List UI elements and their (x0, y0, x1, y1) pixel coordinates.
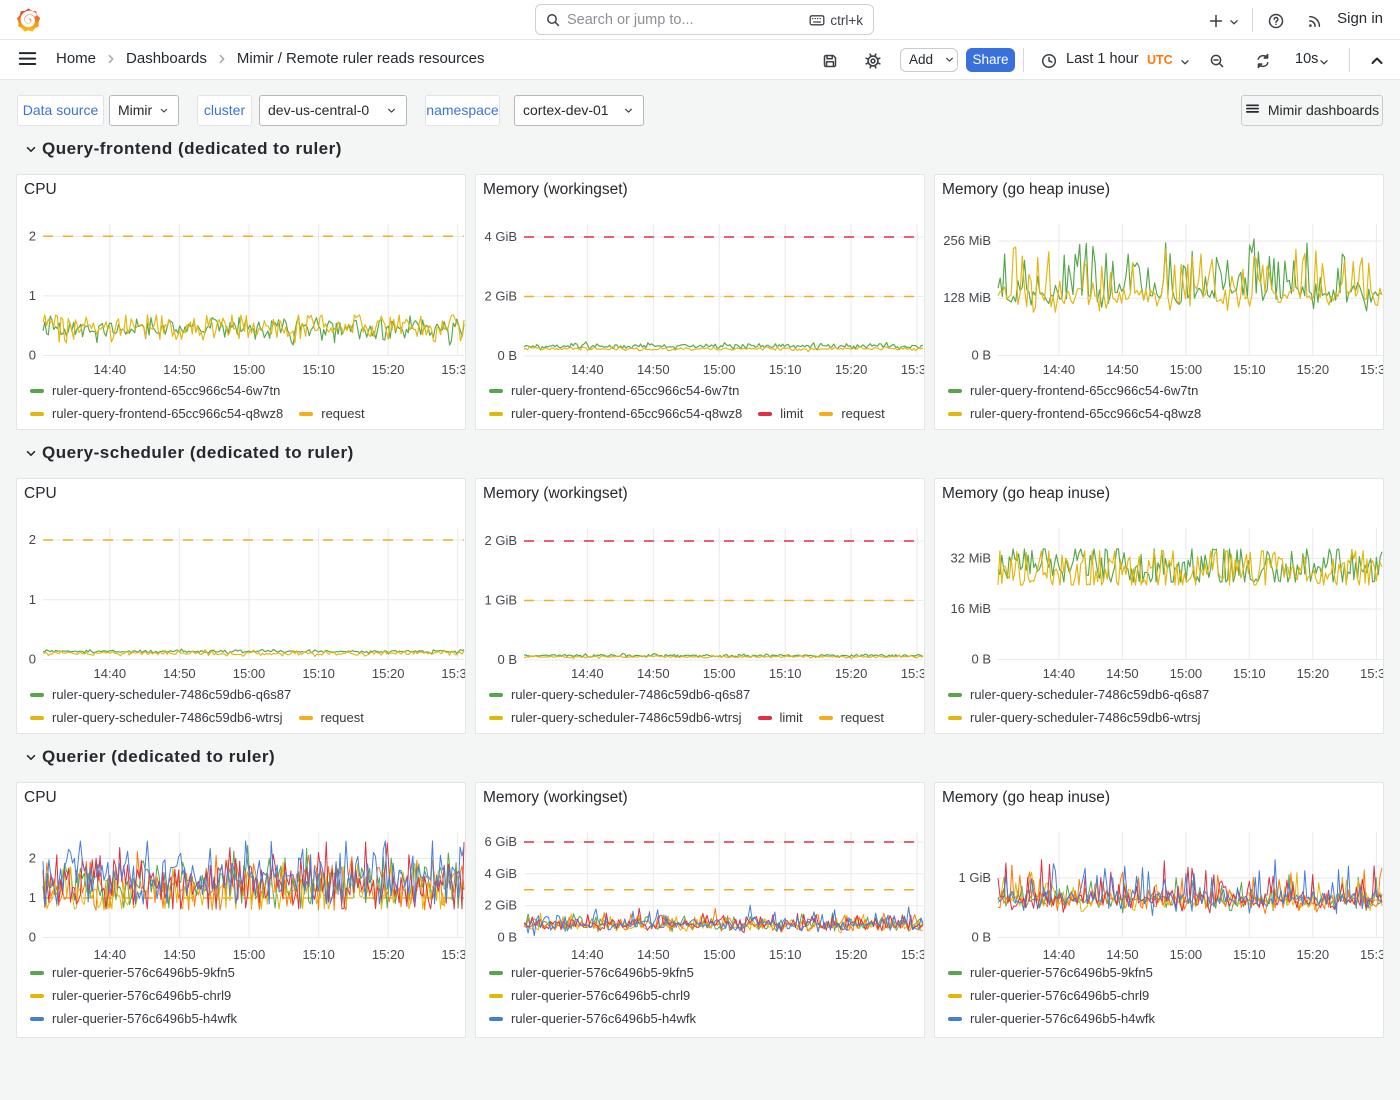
svg-text:128 MiB: 128 MiB (943, 290, 991, 305)
svg-text:0 B: 0 B (971, 930, 991, 945)
svg-text:15:00: 15:00 (233, 666, 266, 681)
svg-text:1: 1 (29, 890, 36, 905)
svg-text:0: 0 (29, 348, 36, 363)
svg-text:16 MiB: 16 MiB (951, 601, 991, 616)
svg-text:2 GiB: 2 GiB (484, 289, 517, 304)
svg-text:15:00: 15:00 (703, 947, 736, 962)
svg-text:2: 2 (29, 851, 36, 866)
svg-text:15:00: 15:00 (1170, 666, 1203, 681)
svg-text:15:30: 15:30 (1360, 362, 1384, 377)
svg-text:14:40: 14:40 (94, 362, 127, 377)
svg-text:15:20: 15:20 (1297, 666, 1330, 681)
svg-text:32 MiB: 32 MiB (951, 551, 991, 566)
svg-text:14:40: 14:40 (1043, 666, 1076, 681)
svg-text:15:20: 15:20 (835, 362, 868, 377)
svg-text:14:50: 14:50 (1106, 362, 1139, 377)
svg-text:4 GiB: 4 GiB (484, 866, 517, 881)
svg-text:14:50: 14:50 (637, 362, 670, 377)
svg-text:15:10: 15:10 (769, 362, 802, 377)
svg-text:15:30: 15:30 (1360, 666, 1384, 681)
svg-text:14:40: 14:40 (94, 666, 127, 681)
svg-text:0: 0 (29, 652, 36, 667)
svg-text:15:00: 15:00 (1170, 947, 1203, 962)
svg-text:15:10: 15:10 (302, 362, 335, 377)
svg-text:0 B: 0 B (971, 348, 991, 363)
svg-text:14:50: 14:50 (163, 666, 196, 681)
svg-text:14:40: 14:40 (571, 362, 604, 377)
svg-text:15:20: 15:20 (372, 947, 405, 962)
svg-text:1 GiB: 1 GiB (484, 593, 517, 608)
svg-text:0 B: 0 B (497, 930, 517, 945)
svg-text:14:50: 14:50 (163, 947, 196, 962)
svg-text:15:10: 15:10 (769, 666, 802, 681)
svg-text:6 GiB: 6 GiB (484, 834, 517, 849)
svg-text:15:30: 15:30 (901, 362, 925, 377)
svg-text:15:30: 15:30 (441, 947, 466, 962)
svg-text:15:10: 15:10 (1233, 362, 1266, 377)
svg-text:14:40: 14:40 (1043, 947, 1076, 962)
svg-text:15:30: 15:30 (441, 666, 466, 681)
svg-text:4 GiB: 4 GiB (484, 229, 517, 244)
svg-text:2: 2 (29, 532, 36, 547)
svg-text:14:50: 14:50 (163, 362, 196, 377)
svg-text:14:40: 14:40 (1043, 362, 1076, 377)
svg-text:15:30: 15:30 (441, 362, 466, 377)
svg-text:15:00: 15:00 (703, 362, 736, 377)
svg-text:15:00: 15:00 (1170, 362, 1203, 377)
svg-text:15:30: 15:30 (901, 666, 925, 681)
svg-text:0 B: 0 B (497, 652, 517, 667)
svg-text:14:40: 14:40 (571, 666, 604, 681)
svg-text:15:10: 15:10 (1233, 947, 1266, 962)
svg-text:15:00: 15:00 (233, 947, 266, 962)
svg-text:2 GiB: 2 GiB (484, 533, 517, 548)
svg-text:14:40: 14:40 (94, 947, 127, 962)
svg-text:1: 1 (29, 592, 36, 607)
svg-text:15:20: 15:20 (372, 362, 405, 377)
svg-text:0 B: 0 B (971, 652, 991, 667)
svg-text:15:20: 15:20 (1297, 362, 1330, 377)
svg-text:256 MiB: 256 MiB (943, 233, 991, 248)
svg-text:15:10: 15:10 (1233, 666, 1266, 681)
svg-text:15:10: 15:10 (302, 947, 335, 962)
svg-text:15:00: 15:00 (233, 362, 266, 377)
svg-text:15:10: 15:10 (302, 666, 335, 681)
svg-text:14:50: 14:50 (637, 947, 670, 962)
svg-text:15:30: 15:30 (1360, 947, 1384, 962)
svg-text:15:20: 15:20 (835, 666, 868, 681)
svg-text:15:10: 15:10 (769, 947, 802, 962)
svg-text:2: 2 (29, 228, 36, 243)
svg-text:14:40: 14:40 (571, 947, 604, 962)
svg-text:0: 0 (29, 930, 36, 945)
svg-text:0 B: 0 B (497, 348, 517, 363)
svg-text:1: 1 (29, 288, 36, 303)
svg-text:15:20: 15:20 (372, 666, 405, 681)
svg-text:14:50: 14:50 (1106, 666, 1139, 681)
svg-text:15:30: 15:30 (901, 947, 925, 962)
svg-text:1 GiB: 1 GiB (958, 870, 991, 885)
svg-text:14:50: 14:50 (637, 666, 670, 681)
svg-text:2 GiB: 2 GiB (484, 898, 517, 913)
svg-text:15:20: 15:20 (835, 947, 868, 962)
svg-text:15:20: 15:20 (1297, 947, 1330, 962)
svg-text:14:50: 14:50 (1106, 947, 1139, 962)
svg-text:15:00: 15:00 (703, 666, 736, 681)
